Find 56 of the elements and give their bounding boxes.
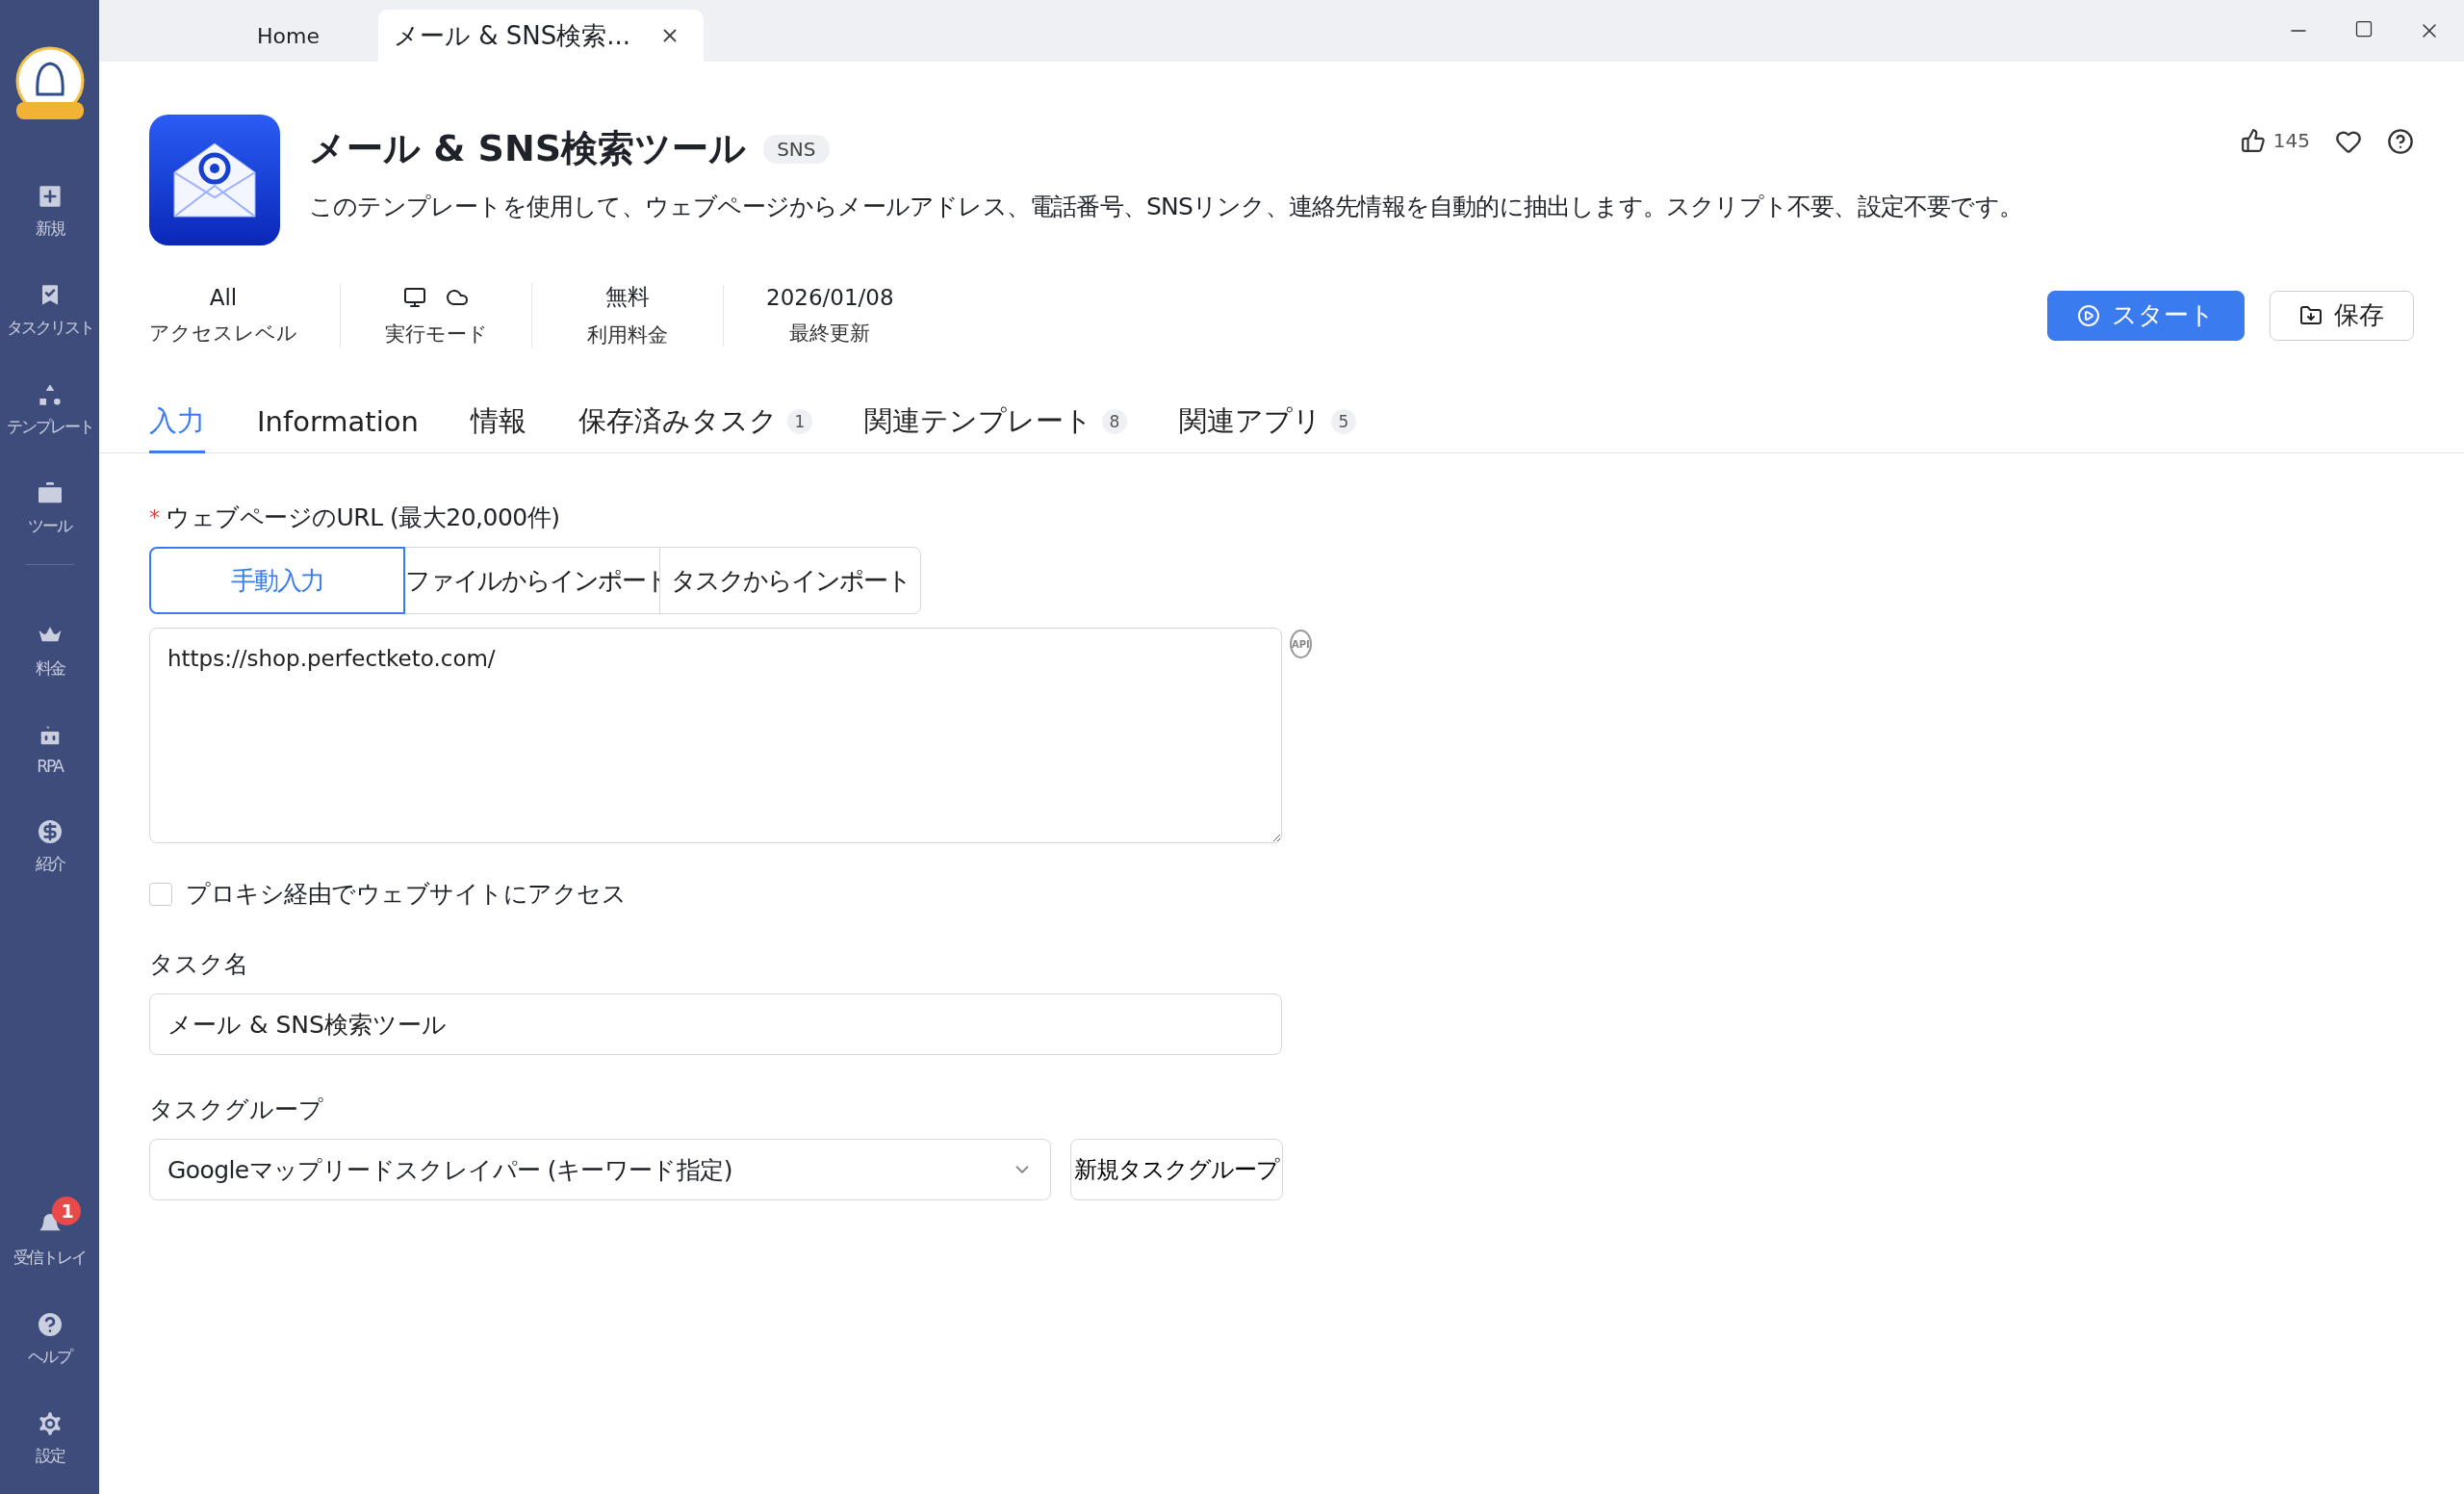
tab-count: 1 [786,409,812,434]
monitor-icon [403,285,426,309]
heart-icon[interactable] [2335,128,2362,155]
maximize-icon[interactable] [2354,19,2374,39]
meta-label: アクセスレベル [149,320,297,347]
like-count[interactable]: 145 [2240,128,2310,153]
proxy-label: プロキシ経由でウェブサイトにアクセス [186,879,626,910]
required-mark: * [149,505,160,529]
category-tag: SNS [763,134,830,164]
meta-label: 実行モード [384,321,488,348]
start-button[interactable]: スタート [2047,290,2245,341]
help-icon[interactable] [2387,128,2414,155]
tab-count: 5 [1330,409,1356,434]
save-button[interactable]: 保存 [2270,290,2414,341]
pricing-nav-item[interactable]: 料金 [0,607,99,680]
rpa-nav-item[interactable]: RPA [0,707,99,776]
template-description: このテンプレートを使用して、ウェブページからメールアドレス、電話番号、SNSリンク、連絡先情報を自動的に抽出します。スクリプト不要、設定不要です。 [309,192,2024,222]
url-label: ウェブページのURL (最大20,000件) [166,502,560,533]
window-tab[interactable]: Home [186,10,378,62]
new-task-group-button[interactable]: 新規タスクグループ [1070,1139,1283,1200]
meta-label: 最終更新 [789,320,871,347]
thumbs-up-icon [2240,128,2266,153]
task-group-label: タスクグループ [149,1095,324,1125]
folder-icon [2299,303,2323,327]
meta-value: 2026/01/08 [766,284,894,310]
envelope-app-icon [149,115,280,245]
tab[interactable]: 入力 [149,402,205,453]
input-mode-tab[interactable]: タスクからインポート [659,547,921,614]
tab[interactable]: 関連テンプレート 8 [863,402,1127,453]
tab-count: 8 [1101,409,1127,434]
meta-value: All [209,284,238,310]
tab[interactable]: Information [257,402,419,453]
notification-badge: 1 [52,1197,81,1225]
settings-nav-item[interactable]: 設定 [0,1395,99,1467]
template-title: メール & SNS検索ツール [309,126,747,171]
play-icon [2077,303,2100,327]
referral-nav-item[interactable]: 紹介 [0,803,99,875]
tool-nav-item[interactable]: ツール [0,465,99,537]
proxy-checkbox[interactable] [149,882,172,906]
tab[interactable]: 保存済みタスク 1 [578,402,812,453]
meta-value: 無料 [605,283,650,311]
window-tab[interactable]: メール & SNS検索... [378,10,705,62]
api-badge[interactable]: API [1290,630,1312,658]
help-nav-item[interactable]: ヘルプ [0,1296,99,1368]
new-nav-item[interactable]: 新規 [0,167,99,240]
task-list-nav-item[interactable]: タスクリスト [0,267,99,339]
task-name-field[interactable]: メール & SNS検索ツール [149,993,1282,1055]
url-input-field[interactable]: https://shop.perfectketo.com/ [149,628,1282,843]
tab[interactable]: 情報 [470,402,526,453]
tab[interactable]: 関連アプリ 5 [1178,402,1356,453]
template-nav-item[interactable]: テンプレート [0,366,99,438]
task-name-label: タスク名 [149,949,249,980]
meta-label: 利用料金 [587,322,668,348]
task-group-select[interactable]: Googleマップリードスクレイパー (キーワード指定) [149,1139,1051,1200]
inbox-nav-item[interactable]: 受信トレイ 1 [0,1197,99,1269]
input-mode-tab[interactable]: 手動入力 [149,547,405,614]
